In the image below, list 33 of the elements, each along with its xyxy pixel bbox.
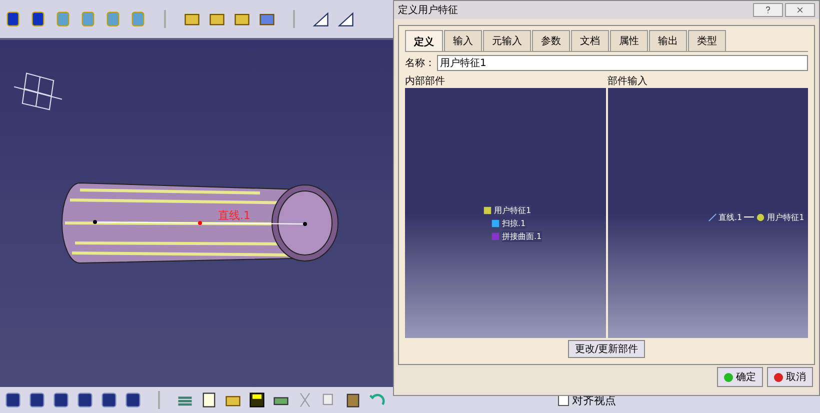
confirm-dot-icon bbox=[724, 372, 733, 382]
new-file-icon[interactable] bbox=[200, 391, 218, 409]
tab[interactable]: 类型 bbox=[688, 30, 726, 51]
update-components-button[interactable]: 更改/更新部件 bbox=[568, 340, 646, 358]
internal-components-label: 内部部件 bbox=[405, 74, 446, 88]
tab[interactable]: 参数 bbox=[532, 30, 570, 51]
cancel-dot-icon bbox=[774, 372, 783, 382]
tab[interactable]: 输入 bbox=[444, 30, 482, 51]
input-node[interactable]: 用户特征1 bbox=[767, 212, 804, 222]
ok-button[interactable]: 确定 bbox=[717, 367, 763, 387]
close-icon bbox=[796, 6, 804, 14]
tab[interactable]: 输出 bbox=[649, 30, 687, 51]
line-icon bbox=[708, 212, 716, 222]
feature-icon bbox=[483, 206, 492, 214]
tab[interactable]: 属性 bbox=[610, 30, 648, 51]
name-label: 名称： bbox=[405, 57, 435, 70]
curve-label: 直线.1 bbox=[218, 208, 250, 223]
name-field[interactable]: 用户特征1 bbox=[437, 55, 808, 71]
close-button[interactable] bbox=[785, 3, 815, 17]
tree-node[interactable]: 扫掠.1 bbox=[502, 218, 526, 228]
tab[interactable]: 定义 bbox=[405, 30, 443, 51]
feature-icon bbox=[756, 212, 766, 222]
connector-line bbox=[744, 216, 754, 218]
cancel-button[interactable]: 取消 bbox=[767, 367, 813, 387]
tree-node[interactable]: 拼接曲面.1 bbox=[502, 230, 542, 242]
question-mark-icon bbox=[764, 6, 772, 14]
window-title: 定义用户特征 bbox=[398, 4, 458, 17]
input-node[interactable]: 直线.1 bbox=[718, 212, 742, 222]
component-inputs-label: 部件输入 bbox=[608, 74, 648, 88]
tree-node[interactable]: 用户特征1 bbox=[494, 204, 532, 216]
tab[interactable]: 元输入 bbox=[483, 30, 531, 51]
tab[interactable]: 文档 bbox=[571, 30, 609, 51]
save-icon[interactable] bbox=[248, 391, 266, 409]
